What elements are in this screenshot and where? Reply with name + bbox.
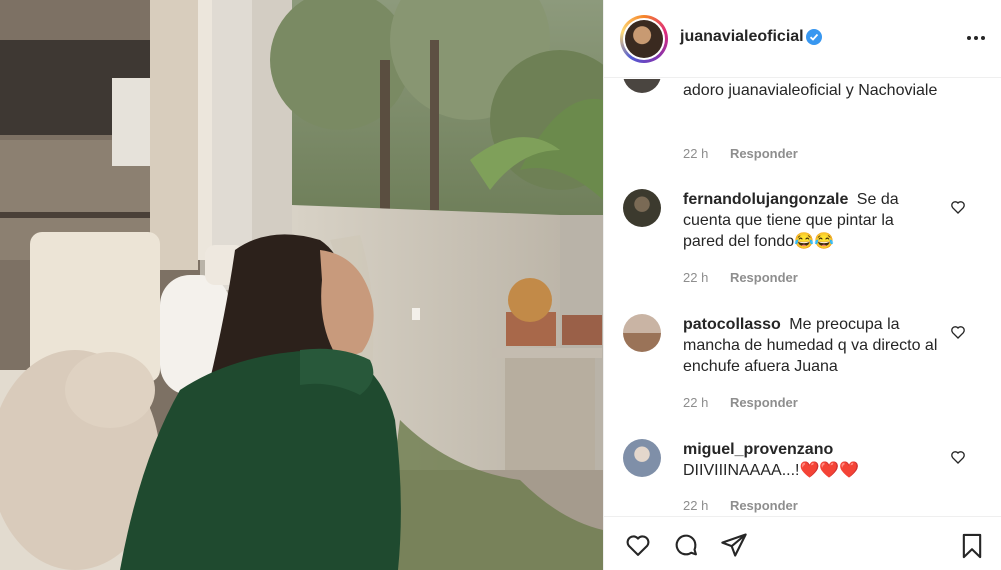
reply-button[interactable]: Responder <box>730 498 798 513</box>
reply-button[interactable]: Responder <box>730 395 798 410</box>
comment-avatar[interactable] <box>623 439 661 477</box>
heart-icon[interactable] <box>623 531 653 559</box>
like-comment-heart-icon[interactable] <box>950 324 966 340</box>
reply-button[interactable]: Responder <box>730 270 798 285</box>
comment-time: 22 h <box>683 270 709 285</box>
verified-badge-icon <box>806 29 822 45</box>
more-options-icon[interactable] <box>966 30 986 46</box>
post-header: juanavialeoficial <box>604 0 1001 78</box>
post-panel: juanavialeoficial adoro juanavialeoficia… <box>603 0 1001 570</box>
bookmark-icon[interactable] <box>958 531 986 561</box>
comment-avatar[interactable] <box>623 314 661 352</box>
author-avatar[interactable] <box>620 15 668 63</box>
post-photo[interactable] <box>0 0 603 570</box>
like-comment-heart-icon[interactable] <box>950 449 966 465</box>
comment-text: DIIVIIINAAAA...!❤️❤️❤️ <box>683 462 860 479</box>
share-icon[interactable] <box>719 531 749 559</box>
author-username[interactable]: juanavialeoficial <box>680 28 804 46</box>
comment-icon[interactable] <box>671 531 701 559</box>
post-actions-bar <box>604 516 1001 570</box>
photo-illustration <box>0 0 603 570</box>
comment-avatar[interactable] <box>623 189 661 227</box>
comment-time: 22 h <box>683 395 709 410</box>
reply-button[interactable]: Responder <box>730 146 798 161</box>
comments-list: adoro juanavialeoficial y Nachoviale 22 … <box>604 79 1001 516</box>
comment-text: adoro juanavialeoficial y Nachoviale <box>683 82 938 99</box>
like-comment-heart-icon[interactable] <box>950 199 966 215</box>
comment-username[interactable]: patocollasso <box>683 316 781 333</box>
comment-time: 22 h <box>683 146 709 161</box>
comment-username[interactable]: fernandolujangonzale <box>683 191 848 208</box>
comment-avatar[interactable] <box>623 79 661 93</box>
comment-time: 22 h <box>683 498 709 513</box>
comment-username[interactable]: miguel_provenzano <box>683 441 833 458</box>
